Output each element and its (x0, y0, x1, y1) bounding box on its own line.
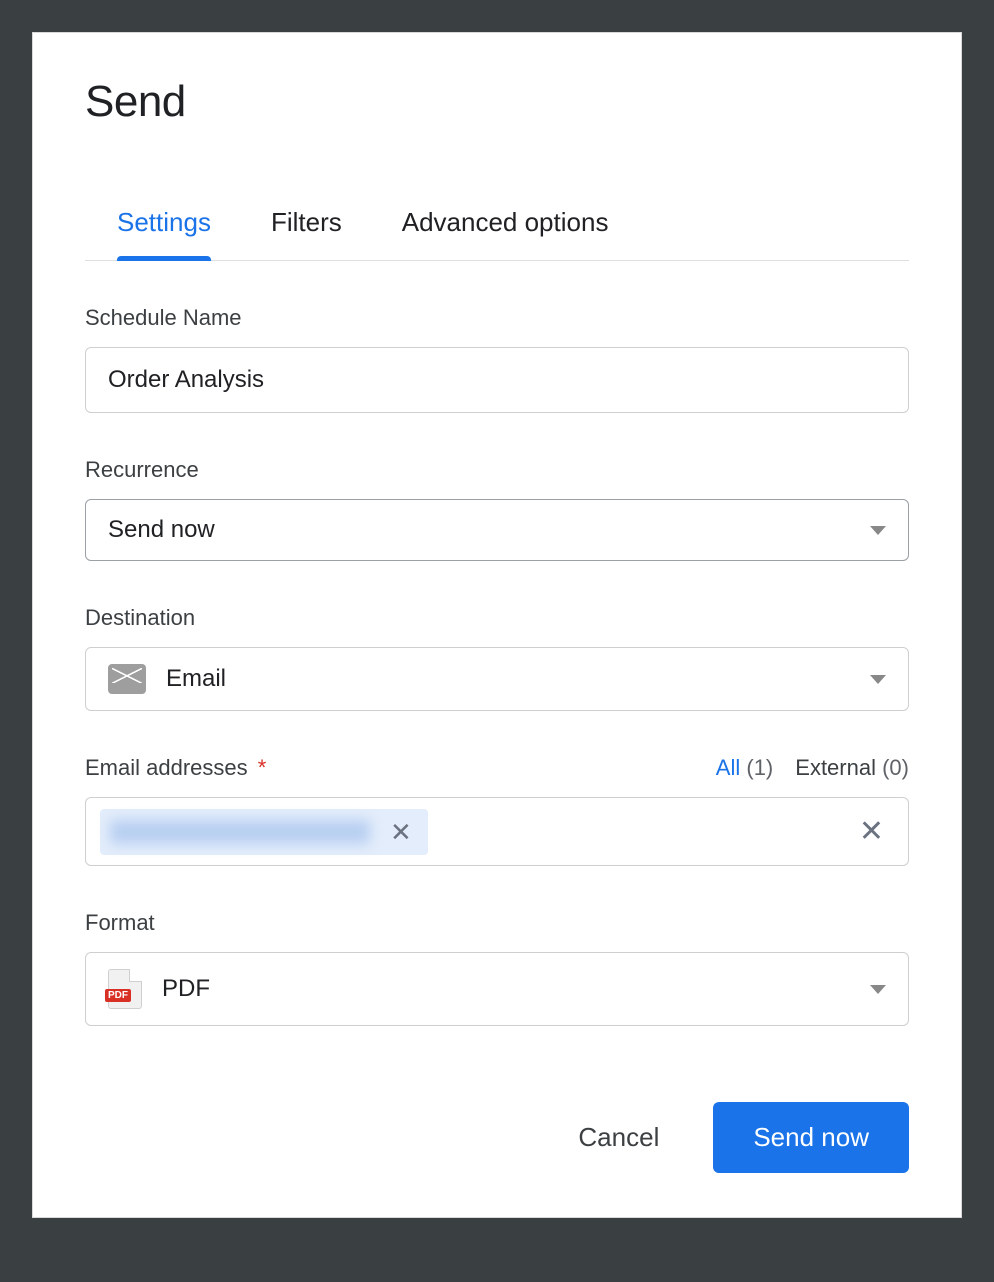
pdf-icon (108, 969, 142, 1009)
recurrence-select[interactable]: Send now (85, 499, 909, 561)
destination-group: Destination Email (85, 605, 909, 711)
format-value: PDF (162, 975, 210, 1003)
destination-value: Email (166, 665, 226, 693)
external-count: (0) (882, 755, 909, 780)
recurrence-label: Recurrence (85, 457, 909, 483)
send-dialog: Send Settings Filters Advanced options S… (32, 32, 962, 1218)
email-count-external[interactable]: External (0) (795, 755, 909, 781)
schedule-name-group: Schedule Name (85, 305, 909, 413)
format-select[interactable]: PDF (85, 952, 909, 1026)
email-chip: ✕ (100, 809, 428, 855)
clear-all-emails-icon[interactable]: ✕ (849, 808, 894, 855)
tab-settings[interactable]: Settings (117, 207, 211, 260)
send-now-button[interactable]: Send now (713, 1102, 909, 1173)
schedule-name-input[interactable] (85, 347, 909, 413)
email-count-all[interactable]: All (1) (716, 755, 773, 781)
destination-label: Destination (85, 605, 909, 631)
label-text: Format (85, 910, 155, 936)
format-group: Format PDF (85, 910, 909, 1026)
remove-chip-icon[interactable]: ✕ (384, 817, 418, 847)
email-icon (108, 664, 146, 694)
email-count-tabs: All (1) External (0) (716, 755, 909, 781)
tab-advanced-options[interactable]: Advanced options (402, 207, 609, 260)
all-label: All (716, 755, 740, 780)
all-count: (1) (746, 755, 773, 780)
label-text: Schedule Name (85, 305, 242, 331)
external-label: External (795, 755, 876, 780)
tab-filters[interactable]: Filters (271, 207, 342, 260)
label-text: Email addresses (85, 755, 248, 780)
label-text: Recurrence (85, 457, 199, 483)
dialog-title: Send (85, 77, 909, 127)
label-text: Destination (85, 605, 195, 631)
format-label: Format (85, 910, 909, 936)
cancel-button[interactable]: Cancel (572, 1121, 665, 1154)
email-addresses-label-row: Email addresses * All (1) External (0) (85, 755, 909, 781)
caret-down-icon (870, 526, 886, 535)
label-wrap: Email addresses * (85, 755, 266, 781)
email-chip-text-redacted (110, 820, 370, 844)
required-asterisk: * (258, 755, 267, 780)
email-addresses-input[interactable]: ✕ ✕ (85, 797, 909, 866)
dialog-footer: Cancel Send now (572, 1102, 909, 1173)
email-addresses-group: Email addresses * All (1) External (0) ✕… (85, 755, 909, 866)
destination-select[interactable]: Email (85, 647, 909, 711)
recurrence-group: Recurrence Send now (85, 457, 909, 561)
recurrence-value: Send now (108, 516, 215, 544)
schedule-name-label: Schedule Name (85, 305, 909, 331)
caret-down-icon (870, 675, 886, 684)
caret-down-icon (870, 985, 886, 994)
tab-bar: Settings Filters Advanced options (85, 207, 909, 261)
